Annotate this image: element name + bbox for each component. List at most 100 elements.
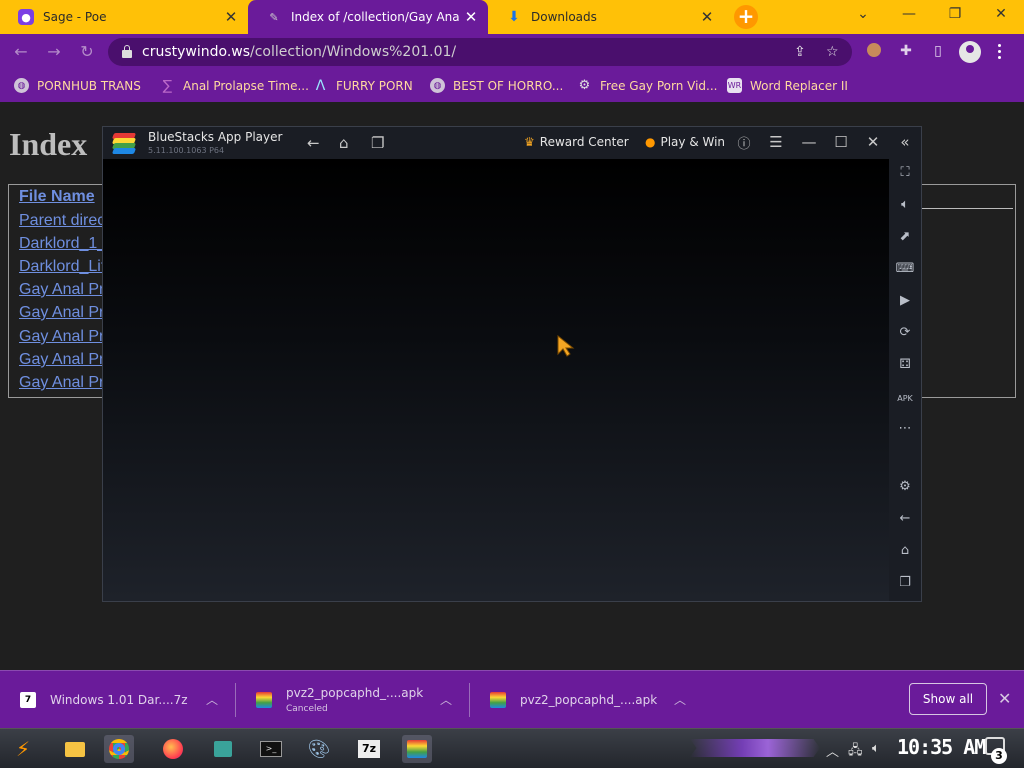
file-name-column-header[interactable]: File Name [19,188,95,206]
close-button[interactable]: ✕ [864,133,882,151]
app-icon[interactable] [208,735,238,763]
reload-icon[interactable]: ↻ [76,42,98,62]
download-filename: pvz2_popcaphd_....apk [286,686,424,700]
close-icon[interactable]: ✕ [998,689,1011,708]
volume-icon[interactable]: 🔈︎ [872,741,880,756]
firefox-icon[interactable] [158,735,188,763]
download-bar: 7 Windows 1.01 Dar....7z ︿ pvz2_popcaphd… [0,670,1024,728]
bookmark-item[interactable]: ◍ PORNHUB TRANS [14,78,141,93]
puzzle-icon[interactable]: ✚ [896,43,916,63]
bluestacks-sidebar: ⛶ 🔈︎ ⬈ ⌨ ▶ ⟳ ⚃ APK ⋯ ⚙ ← ⌂ ❐ [889,159,921,601]
avatar[interactable] [959,41,981,63]
file-link[interactable]: Gay Anal Pr [19,328,104,346]
recent-apps-icon[interactable]: ❐ [895,575,915,595]
back-arrow-icon[interactable]: ← [895,511,915,531]
show-all-button[interactable]: Show all [909,683,987,715]
sidepanel-icon[interactable]: ▯ [928,43,948,63]
volume-icon[interactable]: 🔈︎ [895,197,915,217]
address-bar[interactable]: crustywindo.ws/collection/Windows%201.01… [108,38,852,66]
bluestacks-file-icon [490,692,506,708]
back-arrow-icon[interactable]: ← [10,42,32,62]
download-filename: pvz2_popcaphd_....apk [520,693,658,707]
file-link[interactable]: Gay Anal Pr [19,281,104,299]
bookmark-item[interactable]: Λ FURRY PORN [313,78,413,94]
pointer-icon[interactable]: ⬈ [895,229,915,249]
bluestacks-titlebar[interactable]: BlueStacks App Player 5.11.100.1063 P64 … [103,127,921,159]
taskbar-clock[interactable]: 10:35 AM [897,735,986,759]
wr-icon: WR [727,78,742,93]
hamburger-menu-icon[interactable]: ☰ [767,133,785,151]
star-icon[interactable]: ☆ [826,44,839,60]
play-win-button[interactable]: ● Play & Win [645,135,725,149]
coin-icon: ● [645,135,656,149]
back-arrow-icon[interactable]: ← [307,134,320,152]
download-item[interactable]: pvz2_popcaphd_....apk Canceled ︿ [236,671,470,729]
start-button[interactable]: ⚡ [8,735,38,763]
bookmark-item[interactable]: ∑ Anal Prolapse Time... [160,78,309,94]
forward-arrow-icon[interactable]: → [43,42,65,62]
chevron-up-icon[interactable]: ︿ [440,691,452,708]
download-status: Canceled [286,704,328,714]
file-link[interactable]: Gay Anal Pr [19,304,104,322]
bookmark-item[interactable]: WR Word Replacer II [727,78,848,93]
rotate-icon[interactable]: ⟳ [895,325,915,345]
globe-icon: ◍ [14,78,29,93]
7zip-icon[interactable]: 7z [354,735,384,763]
bluestacks-window[interactable]: BlueStacks App Player 5.11.100.1063 P64 … [102,126,922,602]
tab-index[interactable]: ✎ Index of /collection/Gay Anal P ✕ [248,0,488,34]
minimize-button[interactable]: — [894,6,924,22]
fullscreen-icon[interactable]: ⛶ [895,165,915,185]
bluestacks-taskbar-icon[interactable] [402,735,432,763]
tab-downloads[interactable]: ⬇ Downloads ✕ [488,0,724,34]
paint-icon[interactable]: 🎨︎ [304,735,334,763]
terminal-icon[interactable]: >_ [256,735,286,763]
collapse-sidebar-icon[interactable]: « [896,133,914,151]
play-win-label: Play & Win [660,135,726,149]
new-tab-button[interactable]: + [734,5,758,29]
chevron-up-icon[interactable]: ︿ [674,691,686,708]
site-icon: ✎ [269,10,279,24]
file-link[interactable]: Gay Anal Pr [19,351,104,369]
download-item[interactable]: 7 Windows 1.01 Dar....7z ︿ [0,671,236,729]
reward-center-button[interactable]: ♛ Reward Center [524,135,629,149]
close-tab-icon[interactable]: ✕ [460,8,482,26]
network-icon[interactable]: 🖧︎ [848,741,863,763]
close-window-button[interactable]: ✕ [986,6,1016,22]
extension-profile-icon[interactable] [864,43,884,63]
chevron-up-icon[interactable]: ︿ [206,691,218,708]
chevron-up-icon[interactable]: ︿ [826,741,839,760]
file-link[interactable]: Gay Anal Pr [19,374,104,392]
keyboard-icon[interactable]: ⌨ [895,261,915,281]
lock-icon[interactable] [122,45,132,58]
settings-icon[interactable]: ⚙ [895,479,915,499]
chrome-icon[interactable] [104,735,134,763]
tab-poe[interactable]: ● Sage - Poe ✕ [0,0,248,34]
restore-button[interactable]: ❐ [940,6,970,22]
file-link[interactable]: Parent direc [19,212,105,230]
share-icon[interactable]: ⇪ [794,44,806,60]
help-icon[interactable]: ⓘ [735,133,753,152]
maximize-button[interactable]: ☐ [832,133,850,151]
close-tab-icon[interactable]: ✕ [696,8,718,26]
url-text[interactable]: crustywindo.ws/collection/Windows%201.01… [142,44,456,60]
bookmark-label: Word Replacer II [750,78,848,93]
close-tab-icon[interactable]: ✕ [220,8,242,26]
file-link[interactable]: Darklord_Lit [19,258,105,276]
tab-search-icon[interactable]: ⌄ [848,6,878,22]
minimize-button[interactable]: — [800,133,818,151]
robot-icon[interactable]: ⚃ [895,357,915,377]
more-icon[interactable]: ⋯ [895,421,915,441]
file-link[interactable]: Darklord_1_ [19,235,106,253]
emulator-screen[interactable] [103,159,889,601]
download-item[interactable]: pvz2_popcaphd_....apk ︿ [470,671,704,729]
home-icon[interactable]: ⌂ [339,134,349,152]
kebab-menu-icon[interactable] [998,44,1002,60]
macro-icon[interactable]: ▶ [895,293,915,313]
home-icon[interactable]: ⌂ [895,543,915,563]
bookmark-label: Anal Prolapse Time... [183,78,309,93]
bookmark-item[interactable]: ⚙ Free Gay Porn Vid... [577,78,718,93]
bookmark-item[interactable]: ◍ BEST OF HORRO... [430,78,563,93]
folder-icon[interactable] [60,735,90,763]
apk-icon[interactable]: APK [895,389,915,409]
recent-apps-icon[interactable]: ❐ [371,134,384,152]
